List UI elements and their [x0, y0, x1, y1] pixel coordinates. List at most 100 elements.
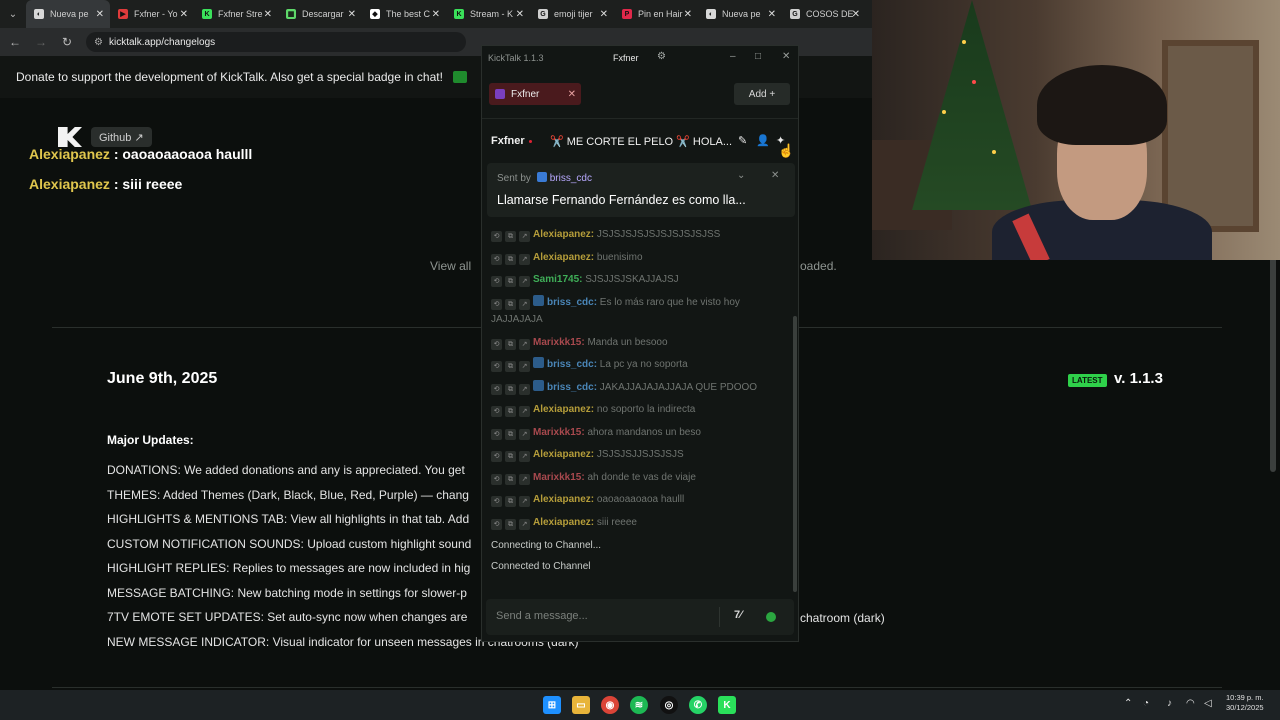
- reply-icon[interactable]: ⟲: [491, 338, 502, 350]
- copy-icon[interactable]: ⧉: [505, 428, 516, 440]
- reply-icon[interactable]: ⟲: [491, 428, 502, 440]
- chat-message[interactable]: ⟲ ⧉ ↗ Marixkk15: Manda un besooo: [491, 334, 781, 351]
- copy-icon[interactable]: ⧉: [505, 276, 516, 287]
- tab-search-icon[interactable]: ⌄: [0, 9, 26, 20]
- reply-icon[interactable]: ⟲: [491, 231, 502, 242]
- settings-gear-icon[interactable]: ⚙: [657, 51, 666, 62]
- browser-tab[interactable]: K Fxfner Stre ✕: [194, 0, 278, 28]
- pin-message-icon[interactable]: ↗: [519, 406, 530, 417]
- site-info-icon[interactable]: ⚙: [94, 37, 103, 48]
- channel-name[interactable]: Fxfner: [491, 135, 525, 147]
- tray-overflow-icon[interactable]: ⌃: [1124, 698, 1132, 709]
- whatsapp-icon[interactable]: ✆: [689, 696, 707, 714]
- unpin-icon[interactable]: ✕: [771, 170, 779, 181]
- mod-tools-icon[interactable]: ✎: [738, 134, 747, 147]
- pin-message-icon[interactable]: ↗: [519, 276, 530, 287]
- reply-icon[interactable]: ⟲: [491, 361, 502, 372]
- chat-message[interactable]: ⟲ ⧉ ↗ Alexiapanez: buenisimo: [491, 249, 781, 266]
- chat-username[interactable]: Marixkk15:: [533, 472, 585, 483]
- copy-icon[interactable]: ⧉: [505, 361, 516, 372]
- chat-message[interactable]: ⟲ ⧉ ↗ Alexiapanez: siii reeee: [491, 514, 781, 531]
- maximize-icon[interactable]: □: [755, 51, 761, 62]
- back-icon[interactable]: ←: [4, 35, 26, 49]
- browser-tab[interactable]: ◐ Nueva pe ✕: [26, 0, 110, 28]
- reply-icon[interactable]: ⟲: [491, 496, 502, 507]
- reply-icon[interactable]: ⟲: [491, 383, 502, 395]
- browser-tab[interactable]: ▶ Fxfner - Yo ✕: [110, 0, 194, 28]
- kick-emote-icon[interactable]: [766, 612, 776, 622]
- browser-tab[interactable]: Gemoji tijer ✕: [530, 0, 614, 28]
- chat-username[interactable]: Alexiapanez:: [533, 517, 594, 528]
- pin-message-icon[interactable]: ↗: [519, 496, 530, 507]
- 7tv-emote-icon[interactable]: 7⁄: [734, 609, 742, 621]
- github-button[interactable]: Github ↗: [91, 127, 152, 147]
- wifi-icon[interactable]: ◠: [1186, 698, 1195, 709]
- message-input[interactable]: Send a message... 7⁄: [486, 599, 794, 635]
- pin-message-icon[interactable]: ↗: [519, 451, 530, 462]
- tab-close-icon[interactable]: ✕: [264, 9, 272, 20]
- chat-username[interactable]: Alexiapanez:: [533, 449, 594, 460]
- chrome-icon[interactable]: ◉: [601, 696, 619, 714]
- microphone-icon[interactable]: ♪: [1167, 698, 1172, 709]
- chat-username[interactable]: Marixkk15:: [533, 427, 585, 438]
- tab-close-icon[interactable]: ✕: [684, 9, 692, 20]
- chat-message[interactable]: ⟲ ⧉ ↗ Alexiapanez: oaoaoaaoaoa haulll: [491, 491, 781, 508]
- chat-message[interactable]: ⟲ ⧉ ↗ Marixkk15: ahora mandanos un beso: [491, 424, 781, 441]
- chat-message[interactable]: ⟲ ⧉ ↗ briss_cdc: Es lo más raro que he vist…: [491, 294, 781, 328]
- windows-start-icon[interactable]: ⊞: [543, 696, 561, 714]
- chat-message[interactable]: ⟲ ⧉ ↗ Alexiapanez: no soporto la indirecta: [491, 401, 781, 418]
- pin-message-icon[interactable]: ↗: [519, 231, 530, 242]
- copy-icon[interactable]: ⧉: [505, 338, 516, 350]
- chat-message[interactable]: ⟲ ⧉ ↗ Marixkk15: ah donde te vas de viaje: [491, 469, 781, 486]
- pin-message-icon[interactable]: ↗: [519, 338, 530, 350]
- copy-icon[interactable]: ⧉: [505, 451, 516, 462]
- chat-username[interactable]: Alexiapanez:: [533, 252, 594, 263]
- tab-close-icon[interactable]: ✕: [96, 9, 104, 20]
- reply-icon[interactable]: ⟲: [491, 406, 502, 417]
- copy-icon[interactable]: ⧉: [505, 406, 516, 417]
- current-user[interactable]: Fxfner: [613, 53, 639, 63]
- pinned-sender[interactable]: briss_cdc: [550, 173, 592, 184]
- browser-tab[interactable]: ▦ Descargar ✕: [278, 0, 362, 28]
- browser-tab[interactable]: K Stream - K ✕: [446, 0, 530, 28]
- kicktalk-taskbar-icon[interactable]: K: [718, 696, 736, 714]
- chat-username[interactable]: Alexiapanez:: [533, 494, 594, 505]
- reply-icon[interactable]: ⟲: [491, 276, 502, 287]
- chat-username[interactable]: Alexiapanez:: [533, 404, 594, 415]
- chat-username[interactable]: Sami1745:: [533, 274, 582, 285]
- copy-icon[interactable]: ⧉: [505, 383, 516, 395]
- expand-chevron-icon[interactable]: ⌄: [737, 170, 745, 181]
- copy-icon[interactable]: ⧉: [505, 473, 516, 485]
- tab-close-icon[interactable]: ✕: [348, 9, 356, 20]
- spotify-icon[interactable]: ≋: [630, 696, 648, 714]
- user-list-icon[interactable]: 👤: [756, 134, 770, 147]
- tab-close-icon[interactable]: ✕: [432, 9, 440, 20]
- chat-username[interactable]: briss_cdc:: [547, 359, 597, 370]
- tab-close-icon[interactable]: ✕: [768, 9, 776, 20]
- reply-icon[interactable]: ⟲: [491, 451, 502, 462]
- tab-close-icon[interactable]: ✕: [600, 9, 608, 20]
- add-chatroom-button[interactable]: Add +: [734, 83, 790, 105]
- chat-message[interactable]: ⟲ ⧉ ↗ Sami1745: SJSJJSJSKAJJAJSJ: [491, 271, 781, 288]
- tab-close-icon[interactable]: ✕: [852, 9, 860, 20]
- close-icon[interactable]: ✕: [782, 51, 790, 62]
- copy-icon[interactable]: ⧉: [505, 518, 516, 530]
- pin-message-icon[interactable]: ↗: [519, 518, 530, 530]
- tray-app-icon[interactable]: ◔: [1143, 698, 1149, 709]
- chat-message[interactable]: ⟲ ⧉ ↗ briss_cdc: La pc ya no soporta: [491, 356, 781, 373]
- pinned-message[interactable]: Sent by briss_cdc ⌄ ✕ Llamarse Fernando …: [487, 163, 795, 217]
- chat-username[interactable]: briss_cdc:: [547, 297, 597, 308]
- tab-close-icon[interactable]: ✕: [516, 9, 524, 20]
- reply-icon[interactable]: ⟲: [491, 518, 502, 530]
- browser-tab[interactable]: ◆ The best C ✕: [362, 0, 446, 28]
- copy-icon[interactable]: ⧉: [505, 231, 516, 242]
- address-bar[interactable]: ⚙ kicktalk.app/changelogs: [86, 32, 466, 52]
- reply-icon[interactable]: ⟲: [491, 253, 502, 265]
- pin-message-icon[interactable]: ↗: [519, 253, 530, 265]
- pin-message-icon[interactable]: ↗: [519, 383, 530, 395]
- minimize-icon[interactable]: –: [730, 51, 736, 62]
- pin-message-icon[interactable]: ↗: [519, 428, 530, 440]
- copy-icon[interactable]: ⧉: [505, 253, 516, 265]
- pin-message-icon[interactable]: ↗: [519, 473, 530, 485]
- system-clock[interactable]: 10:39 p. m. 30/12/2025: [1226, 693, 1264, 713]
